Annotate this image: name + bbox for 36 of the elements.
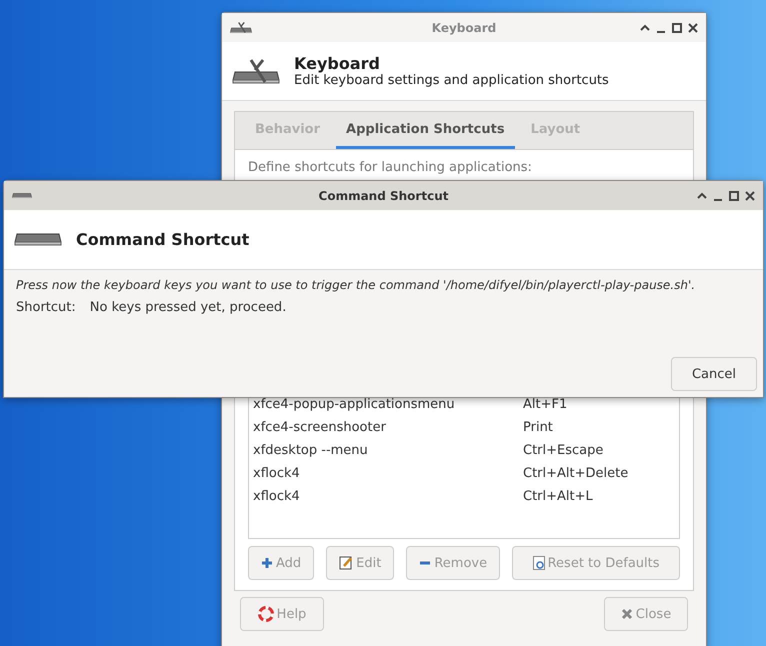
pencil-icon [339,556,354,570]
command-cell-text: xflock4 [253,466,301,481]
shortcut-value: No keys pressed yet, proceed. [90,300,286,315]
close-button[interactable] [745,190,755,200]
shortcut-label: Shortcut: [16,300,76,315]
command-cell-text: xfce4-screenshooter [253,420,387,435]
shortcut-cell-text: Alt+F1 [523,397,568,412]
cancel-button[interactable]: Cancel [671,357,757,391]
keyboard-icon [14,233,62,246]
tab[interactable]: Application Shortcuts [336,112,515,149]
plus-icon [261,557,273,569]
close-button[interactable] [688,22,698,32]
shortcut-cell-text: Ctrl+Alt+L [523,489,594,504]
command-cell-text: xflock4 [253,489,301,504]
shade-button[interactable] [697,192,707,199]
dialog-header-title: Command Shortcut [76,230,250,249]
keyboard-icon [12,192,32,198]
keyboard-wrench-icon [232,58,280,84]
maximize-button[interactable] [729,190,739,200]
lifebuoy-icon [258,606,274,622]
shortcut-cell-text: Ctrl+Escape [523,443,604,458]
maximize-button[interactable] [672,22,682,32]
close-icon [620,608,633,620]
reset-icon [532,556,545,570]
command-cell-text: xfdesktop --menu [253,443,369,458]
shortcut-cell-text: Ctrl+Alt+Delete [523,466,630,481]
keyboard-wrench-icon [230,22,252,34]
window-title: Keyboard [432,20,496,34]
header-subtitle: Edit keyboard settings and application shortcuts [294,73,609,88]
command-cell-text: xfce4-popup-applicationsmenu [253,397,456,412]
description-text: Define shortcuts for launching applications: [248,160,533,175]
window-title: Command Shortcut [318,188,448,202]
shade-button[interactable] [640,24,650,31]
shortcut-cell-text: Print [523,420,554,435]
header-title: Keyboard [294,54,381,73]
instruction-text: Press now the keyboard keys you want to use to trigger the command '/home/difyel/bin/playerctl-play-pause.sh'. [16,278,696,292]
